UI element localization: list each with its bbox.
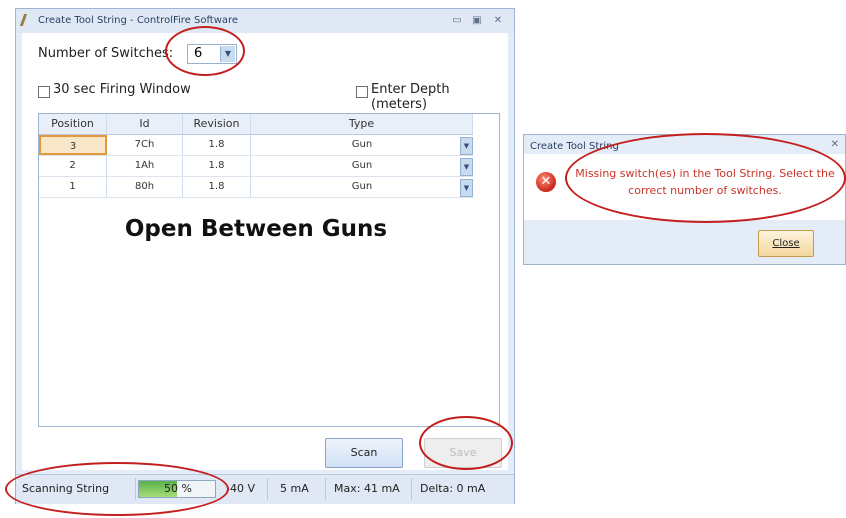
status-max: Max: 41 mA	[330, 478, 412, 500]
status-current: 5 mA	[276, 478, 326, 500]
firing-window-label[interactable]: 30 sec Firing Window	[53, 82, 191, 97]
cell-id[interactable]: 80h	[107, 177, 183, 197]
depth-label[interactable]: Enter Depth (meters)	[371, 82, 508, 112]
dropdown-arrow-icon[interactable]: ▼	[460, 179, 473, 197]
cell-type-value: Gun	[351, 139, 373, 150]
annotation-circle-switches	[165, 26, 245, 76]
table-row[interactable]: 2 1Ah 1.8 Gun ▼	[39, 156, 473, 177]
cell-type[interactable]: Gun ▼	[251, 177, 473, 197]
cell-id[interactable]: 1Ah	[107, 156, 183, 176]
dialog-close-icon[interactable]: ✕	[831, 139, 839, 150]
minimize-button[interactable]: ▭	[450, 14, 464, 27]
col-header-type[interactable]: Type	[251, 114, 473, 134]
dropdown-arrow-icon[interactable]: ▼	[460, 137, 473, 155]
col-header-id[interactable]: Id	[107, 114, 183, 134]
grid-header: Position Id Revision Type	[39, 114, 473, 135]
cell-id[interactable]: 7Ch	[107, 135, 183, 155]
status-voltage: 40 V	[226, 478, 268, 500]
scan-button[interactable]: Scan	[325, 438, 403, 468]
dropdown-arrow-icon[interactable]: ▼	[460, 158, 473, 176]
cell-type-value: Gun	[351, 181, 373, 192]
cell-type[interactable]: Gun ▼	[251, 135, 473, 155]
cell-position[interactable]: 1	[39, 177, 107, 197]
overlay-message: Open Between Guns	[124, 216, 388, 242]
cell-position[interactable]: 3	[39, 135, 107, 155]
depth-checkbox[interactable]	[356, 86, 368, 98]
window-titlebar: Create Tool String - ControlFire Softwar…	[16, 9, 514, 33]
table-row[interactable]: 3 7Ch 1.8 Gun ▼	[39, 135, 473, 156]
status-delta: Delta: 0 mA	[420, 482, 486, 495]
window-client-area: Number of Switches: 6 ▼ 30 sec Firing Wi…	[22, 33, 508, 470]
annotation-circle-dialog	[565, 133, 846, 223]
cell-revision[interactable]: 1.8	[183, 156, 251, 176]
dialog-close-button[interactable]: Close	[758, 230, 814, 257]
cell-revision[interactable]: 1.8	[183, 177, 251, 197]
annotation-circle-status	[5, 462, 229, 516]
col-header-position[interactable]: Position	[39, 114, 107, 134]
cell-revision[interactable]: 1.8	[183, 135, 251, 155]
tool-string-grid: Position Id Revision Type 3 7Ch 1.8 Gun …	[38, 113, 500, 427]
cell-type-value: Gun	[351, 160, 373, 171]
cell-position[interactable]: 2	[39, 156, 107, 176]
error-icon: ✕	[536, 172, 556, 192]
firing-window-checkbox[interactable]	[38, 86, 50, 98]
annotation-circle-save	[419, 416, 513, 470]
tool-string-app-icon	[19, 14, 38, 26]
col-header-revision[interactable]: Revision	[183, 114, 251, 134]
maximize-button[interactable]: ▣	[470, 14, 484, 27]
switches-label: Number of Switches:	[38, 46, 174, 61]
window-close-button[interactable]: ✕	[491, 14, 505, 27]
table-row[interactable]: 1 80h 1.8 Gun ▼	[39, 177, 473, 198]
cell-type[interactable]: Gun ▼	[251, 156, 473, 176]
window-title: Create Tool String - ControlFire Softwar…	[38, 15, 239, 26]
